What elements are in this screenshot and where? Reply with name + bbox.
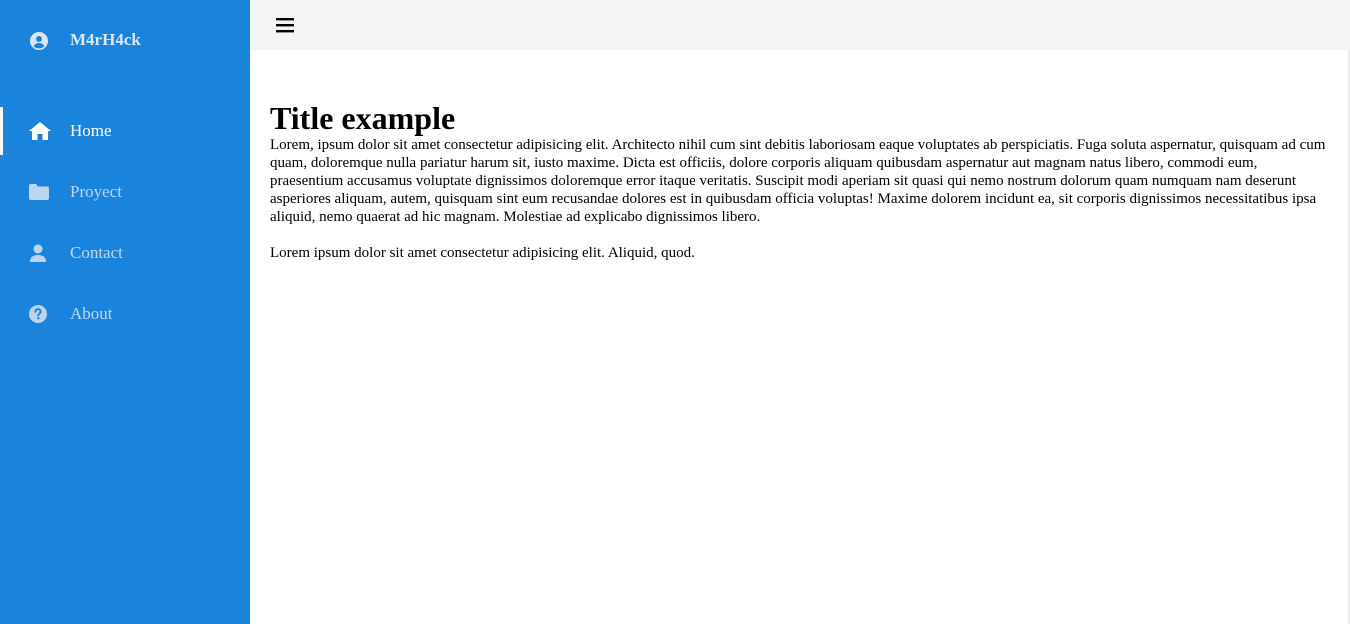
body-paragraph: Lorem ipsum dolor sit amet consectetur a…: [270, 245, 695, 261]
sidebar-item-home[interactable]: Home: [0, 107, 250, 155]
sidebar: M4rH4ck Home Proyect Contact About: [0, 0, 250, 624]
hamburger-menu-icon[interactable]: [276, 16, 294, 34]
sidebar-item-about[interactable]: About: [0, 290, 250, 338]
sidebar-item-label: Proyect: [70, 182, 122, 201]
sidebar-item-proyect[interactable]: Proyect: [0, 168, 250, 216]
brand[interactable]: M4rH4ck: [0, 0, 250, 80]
sidebar-item-label: About: [70, 304, 113, 323]
main-content: Title example Lorem, ipsum dolor sit ame…: [270, 100, 1330, 262]
body-paragraph: Lorem, ipsum dolor sit amet consectetur …: [270, 137, 1326, 225]
folder-icon: [29, 183, 49, 201]
page-title: Title example: [270, 100, 456, 136]
user-circle-icon: [30, 32, 48, 50]
sidebar-item-contact[interactable]: Contact: [0, 229, 250, 277]
brand-name: M4rH4ck: [70, 30, 141, 49]
sidebar-item-label: Home: [70, 121, 112, 140]
question-circle-icon: [29, 305, 49, 323]
home-icon: [29, 122, 51, 140]
sidebar-item-label: Contact: [70, 243, 123, 262]
top-bar: [250, 0, 1350, 50]
user-icon: [29, 244, 49, 262]
